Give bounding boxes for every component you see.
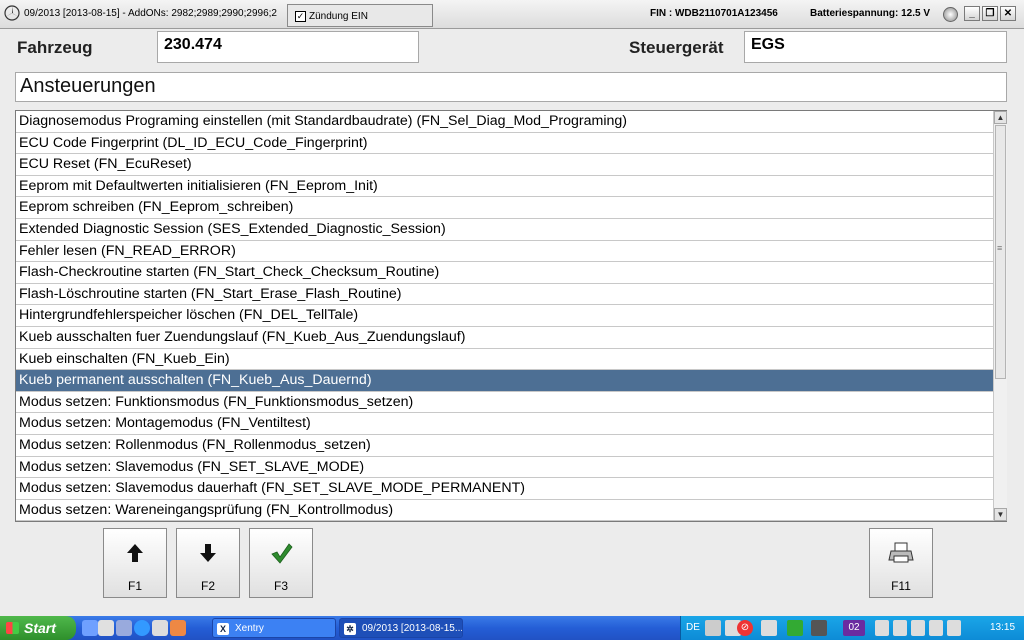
list-item[interactable]: Modus setzen: Rollenmodus (FN_Rollenmodu…: [16, 435, 993, 457]
tray-badge[interactable]: 02: [843, 620, 865, 636]
f3-button[interactable]: F3: [249, 528, 313, 598]
list-item[interactable]: Modus setzen: Slavemodus dauerhaft (FN_S…: [16, 478, 993, 500]
mercedes-star-icon: ✲: [344, 623, 356, 635]
ignition-checkbox[interactable]: ✓: [295, 11, 306, 22]
xentry-icon: X: [217, 623, 229, 635]
checkmark-icon: [271, 543, 293, 564]
f1-button[interactable]: F1: [103, 528, 167, 598]
scroll-up-icon[interactable]: ▲: [994, 111, 1007, 124]
vehicle-label: Fahrzeug: [17, 38, 93, 57]
task-xentry-label: Xentry: [235, 623, 264, 634]
title-bar: 09/2013 [2013-08-15] - AddONs: 2982;2989…: [0, 0, 1024, 29]
control-list[interactable]: Diagnosemodus Programing einstellen (mit…: [15, 110, 1007, 522]
monitor-icon[interactable]: [947, 620, 961, 636]
speaker-icon[interactable]: [911, 620, 925, 636]
task-main-label: 09/2013 [2013-08-15...: [362, 623, 463, 634]
arrow-down-icon: [200, 544, 216, 562]
mail-icon[interactable]: [116, 620, 132, 636]
list-scrollbar[interactable]: ▲ ≡ ▼: [993, 111, 1007, 521]
fin-label: FIN : WDB2110701A123456: [650, 8, 778, 19]
system-tray: DE ⊘ 02 13:15: [680, 616, 1024, 640]
recycle-icon[interactable]: [787, 620, 803, 636]
ecu-label: Steuergerät: [629, 38, 724, 57]
ignition-popup[interactable]: ✓ Zündung EIN: [287, 4, 433, 27]
arrow-up-icon: [127, 544, 143, 562]
list-item[interactable]: Eeprom schreiben (FN_Eeprom_schreiben): [16, 197, 993, 219]
card-icon[interactable]: [761, 620, 777, 636]
f11-label: F11: [891, 579, 911, 593]
scroll-thumb[interactable]: ≡: [995, 125, 1006, 379]
list-item[interactable]: ECU Reset (FN_EcuReset): [16, 154, 993, 176]
desktop-icon[interactable]: [82, 620, 98, 636]
mercedes-star-icon: [4, 5, 20, 21]
pdf-icon[interactable]: [170, 620, 186, 636]
list-item[interactable]: Eeprom mit Defaultwerten initialisieren …: [16, 176, 993, 198]
start-label: Start: [24, 620, 56, 636]
list-item[interactable]: Hintergrundfehlerspeicher löschen (FN_DE…: [16, 305, 993, 327]
f3-label: F3: [273, 579, 288, 593]
windows-logo-icon: [6, 622, 19, 634]
section-title: Ansteuerungen: [15, 72, 1007, 102]
vehicle-field: 230.474: [157, 31, 419, 63]
task-xentry[interactable]: X Xentry: [212, 618, 336, 638]
ignition-label: Zündung EIN: [309, 11, 368, 22]
list-item[interactable]: Kueb einschalten (FN_Kueb_Ein): [16, 349, 993, 371]
scroll-down-icon[interactable]: ▼: [994, 508, 1007, 521]
taskbar: Start X Xentry ✲ 09/2013 [2013-08-15... …: [0, 616, 1024, 640]
ecu-field: EGS: [744, 31, 1007, 63]
list-item[interactable]: ECU Code Fingerprint (DL_ID_ECU_Code_Fin…: [16, 133, 993, 155]
battery-voltage: Batteriespannung: 12.5 V: [810, 8, 931, 19]
list-item[interactable]: Fehler lesen (FN_READ_ERROR): [16, 241, 993, 263]
start-button[interactable]: Start: [0, 616, 76, 640]
printer-icon: [888, 542, 914, 563]
printer-tray-icon[interactable]: [875, 620, 889, 636]
window-title: 09/2013 [2013-08-15] - AddONs: 2982;2989…: [24, 8, 277, 19]
f2-label: F2: [200, 579, 215, 593]
task-main-window[interactable]: ✲ 09/2013 [2013-08-15...: [339, 618, 463, 638]
usb-icon[interactable]: [929, 620, 943, 636]
network-icon[interactable]: [705, 620, 721, 636]
explorer-icon[interactable]: [98, 620, 114, 636]
list-item[interactable]: Kueb ausschalten fuer Zuendungslauf (FN_…: [16, 327, 993, 349]
list-item[interactable]: Modus setzen: Slavemodus (FN_SET_SLAVE_M…: [16, 457, 993, 479]
ie-icon[interactable]: [134, 620, 150, 636]
grip-icon: ≡: [997, 243, 1003, 253]
list-item[interactable]: Diagnosemodus Programing einstellen (mit…: [16, 111, 993, 133]
list-item[interactable]: Modus setzen: Montagemodus (FN_Ventiltes…: [16, 413, 993, 435]
list-item[interactable]: Flash-Checkroutine starten (FN_Start_Che…: [16, 262, 993, 284]
close-button[interactable]: ✕: [1000, 6, 1016, 21]
f2-button[interactable]: F2: [176, 528, 240, 598]
f11-button[interactable]: F11: [869, 528, 933, 598]
list-item-selected[interactable]: Kueb permanent ausschalten (FN_Kueb_Aus_…: [16, 370, 993, 392]
f1-label: F1: [127, 579, 142, 593]
language-indicator[interactable]: DE: [686, 622, 700, 633]
gauge-icon: [943, 7, 958, 22]
list-item[interactable]: Modus setzen: Wareneingangsprüfung (FN_K…: [16, 500, 993, 521]
blocked-icon[interactable]: ⊘: [737, 620, 753, 636]
list-item[interactable]: Flash-Löschroutine starten (FN_Start_Era…: [16, 284, 993, 306]
list-item[interactable]: Extended Diagnostic Session (SES_Extende…: [16, 219, 993, 241]
minimize-button[interactable]: _: [964, 6, 980, 21]
shield-icon[interactable]: [893, 620, 907, 636]
list-item[interactable]: Modus setzen: Funktionsmodus (FN_Funktio…: [16, 392, 993, 414]
device-icon[interactable]: [811, 620, 827, 636]
media-icon[interactable]: [152, 620, 168, 636]
clock: 13:15: [990, 622, 1016, 633]
restore-button[interactable]: ❐: [982, 6, 998, 21]
